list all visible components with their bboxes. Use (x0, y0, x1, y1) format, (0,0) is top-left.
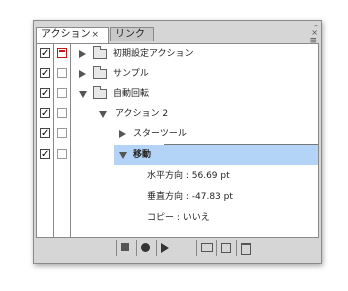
list-item[interactable]: ✓ アクション 2 (37, 104, 318, 124)
new-action-button[interactable] (216, 240, 235, 256)
list-item[interactable]: 垂直方向 : -47.83 pt (37, 187, 318, 207)
collapse-arrow-icon[interactable] (119, 152, 127, 159)
actions-panel: – × アクション× リンク ≡ ✓ 初期設定アクション ✓ サンプル ✓ 自動… (33, 20, 322, 264)
folder-icon (201, 243, 213, 252)
tab-links[interactable]: リンク (110, 27, 154, 41)
tab-close-icon[interactable]: × (92, 30, 100, 40)
collapse-arrow-icon[interactable] (79, 91, 87, 98)
list-item[interactable]: ✓ スターツール (37, 124, 318, 144)
delete-button[interactable] (236, 240, 255, 256)
expand-arrow-icon[interactable] (79, 50, 86, 58)
dialog-toggle[interactable] (57, 88, 67, 98)
toggle-checkbox[interactable]: ✓ (40, 128, 50, 139)
list-item[interactable]: 水平方向 : 56.69 pt (37, 166, 318, 186)
folder-icon (93, 46, 107, 59)
dialog-toggle[interactable] (57, 128, 67, 138)
dialog-toggle[interactable] (57, 108, 67, 118)
action-set-label: 初期設定アクション (113, 49, 194, 59)
action-set-label: サンプル (113, 69, 149, 79)
new-set-button[interactable] (196, 240, 215, 256)
list-item[interactable]: ✓ サンプル (37, 64, 318, 84)
play-button[interactable] (156, 240, 175, 256)
detail-label: 水平方向 : 56.69 pt (147, 171, 230, 181)
toggle-checkbox[interactable]: ✓ (40, 149, 50, 160)
tab-links-label: リンク (115, 29, 145, 40)
list-item[interactable]: ✓ 自動回転 (37, 84, 318, 104)
detail-label: コピー : いいえ (147, 213, 210, 223)
trash-icon (241, 243, 251, 255)
play-icon (161, 243, 169, 253)
stop-button[interactable] (116, 240, 135, 256)
bottom-toolbar (36, 238, 317, 258)
list-item-selected[interactable]: ✓ 移動 (37, 145, 318, 165)
new-item-icon (221, 243, 231, 253)
record-button[interactable] (136, 240, 155, 256)
dialog-toggle[interactable] (57, 149, 67, 159)
expand-arrow-icon[interactable] (119, 130, 126, 138)
folder-icon (93, 86, 107, 99)
tab-actions-label: アクション (41, 29, 91, 40)
toggle-checkbox[interactable]: ✓ (40, 108, 50, 119)
detail-label: 垂直方向 : -47.83 pt (147, 192, 233, 202)
list-item[interactable]: コピー : いいえ (37, 208, 318, 228)
step-label: 移動 (133, 150, 152, 160)
action-set-label: 自動回転 (113, 89, 150, 99)
toggle-checkbox[interactable]: ✓ (40, 48, 50, 59)
folder-icon (93, 66, 107, 79)
actions-list: ✓ 初期設定アクション ✓ サンプル ✓ 自動回転 ✓ アクション 2 ✓ スタ… (36, 43, 319, 238)
tab-bar: アクション× リンク ≡ (34, 27, 321, 46)
dialog-toggle[interactable] (57, 48, 67, 58)
dialog-toggle[interactable] (57, 68, 67, 78)
tab-actions[interactable]: アクション× (36, 27, 109, 43)
step-label: スターツール (133, 129, 187, 139)
toggle-checkbox[interactable]: ✓ (40, 68, 50, 79)
list-item[interactable]: ✓ 初期設定アクション (37, 44, 318, 64)
toggle-checkbox[interactable]: ✓ (40, 88, 50, 99)
collapse-arrow-icon[interactable] (99, 111, 107, 118)
action-label: アクション 2 (115, 109, 169, 119)
stop-icon (121, 243, 129, 251)
record-icon (141, 243, 150, 252)
expand-arrow-icon[interactable] (79, 70, 86, 78)
